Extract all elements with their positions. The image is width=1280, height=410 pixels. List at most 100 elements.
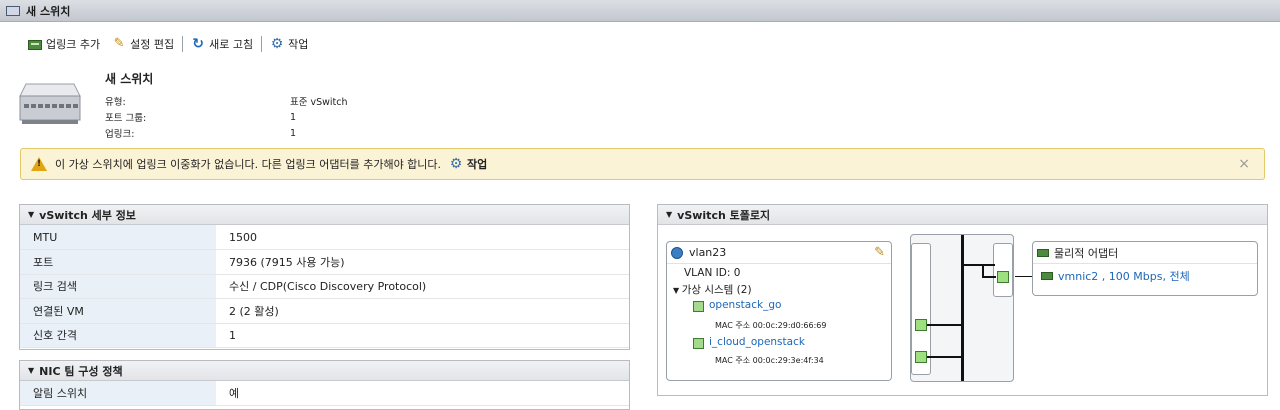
table-row: 신호 간격 1 bbox=[20, 323, 629, 348]
prop-label: 연결된 VM bbox=[20, 298, 216, 324]
table-row: 링크 검색 수신 / CDP(Cisco Discovery Protocol) bbox=[20, 274, 629, 299]
summary-type-row: 유형: 표준 vSwitch bbox=[105, 93, 348, 109]
gear-icon: ⚙ bbox=[270, 36, 284, 52]
toolbar-separator bbox=[261, 36, 263, 52]
portgroup-icon bbox=[671, 246, 683, 259]
prop-value: 1 bbox=[216, 323, 629, 348]
expand-triangle-icon: ▼ bbox=[673, 286, 682, 295]
prop-value: 수신 / CDP(Cisco Discovery Protocol) bbox=[216, 274, 629, 299]
vswitch-details-header[interactable]: ▼ vSwitch 세부 정보 bbox=[20, 205, 629, 225]
prop-label: MTU bbox=[20, 225, 216, 250]
gear-icon: ⚙ bbox=[449, 156, 463, 172]
warning-actions-link[interactable]: ⚙ 작업 bbox=[449, 156, 488, 172]
collapse-triangle-icon: ▼ bbox=[666, 210, 673, 219]
vm-mac: MAC 주소 00:0c:29:3e:4f:34 bbox=[715, 356, 824, 365]
warning-actions-label: 작업 bbox=[467, 158, 488, 171]
refresh-button[interactable]: ↻ 새로 고침 bbox=[185, 36, 259, 52]
type-value: 표준 vSwitch bbox=[290, 97, 348, 108]
uplink-port-column bbox=[993, 243, 1013, 297]
physical-adapter-box: 물리적 어댑터 vmnic2 , 100 Mbps, 전체 bbox=[1032, 241, 1258, 296]
edit-settings-button[interactable]: ✎ 설정 편집 bbox=[106, 36, 180, 52]
uplink-port bbox=[997, 271, 1009, 283]
physical-adapter-header: 물리적 어댑터 bbox=[1033, 242, 1257, 264]
prop-value: 예 bbox=[216, 381, 629, 406]
window-titlebar: 새 스위치 bbox=[0, 0, 1280, 22]
nic-teaming-header[interactable]: ▼ NIC 팀 구성 정책 bbox=[20, 361, 629, 381]
refresh-icon: ↻ bbox=[192, 36, 204, 52]
table-row: 연결된 VM 2 (2 활성) bbox=[20, 298, 629, 324]
portgroup-header: vlan23 ✎ bbox=[667, 242, 891, 264]
uplinks-label: 업링크: bbox=[105, 129, 135, 140]
prop-value: 7936 (7915 사용 가능) bbox=[216, 249, 629, 275]
toolbar-separator bbox=[182, 36, 184, 52]
pencil-icon: ✎ bbox=[113, 36, 125, 51]
pencil-icon[interactable]: ✎ bbox=[874, 245, 885, 260]
warning-banner: 이 가상 스위치에 업링크 이중화가 없습니다. 다른 업링크 어댑터를 추가해… bbox=[20, 148, 1265, 180]
uplinks-value: 1 bbox=[290, 127, 297, 139]
uplink-icon bbox=[28, 40, 42, 50]
switch-bus bbox=[961, 235, 964, 381]
vm-link[interactable]: i_cloud_openstack bbox=[709, 336, 805, 348]
portgroup-box[interactable]: vlan23 ✎ VLAN ID: 0 ▼ 가상 시스템 (2) opensta… bbox=[666, 241, 892, 381]
nic-teaming-table: 알림 스위치 예 bbox=[20, 381, 629, 406]
prop-label: 신호 간격 bbox=[20, 323, 216, 348]
bus-link bbox=[982, 276, 996, 278]
toolbar: 업링크 추가 ✎ 설정 편집 ↻ 새로 고침 ⚙ 작업 bbox=[22, 34, 314, 54]
portgroups-label: 포트 그룹: bbox=[105, 113, 147, 124]
nic-teaming-title: NIC 팀 구성 정책 bbox=[39, 364, 123, 378]
portgroups-value: 1 bbox=[290, 111, 297, 123]
switch-summary: 새 스위치 유형: 표준 vSwitch 포트 그룹: 1 업링크: 1 bbox=[105, 70, 348, 141]
refresh-label: 새로 고침 bbox=[209, 38, 254, 51]
bus-link bbox=[927, 324, 962, 326]
prop-label: 알림 스위치 bbox=[20, 381, 216, 406]
add-uplink-button[interactable]: 업링크 추가 bbox=[22, 36, 106, 52]
prop-value: 1500 bbox=[216, 225, 629, 250]
vswitch-details-panel: ▼ vSwitch 세부 정보 MTU 1500 포트 7936 (7915 사… bbox=[19, 204, 630, 350]
bus-link bbox=[927, 356, 962, 358]
prop-value: 2 (2 활성) bbox=[216, 298, 629, 324]
table-row: MTU 1500 bbox=[20, 225, 629, 250]
edit-settings-label: 설정 편집 bbox=[130, 38, 175, 51]
vswitch-topology-title: vSwitch 토폴로지 bbox=[677, 208, 771, 222]
nic-teaming-panel: ▼ NIC 팀 구성 정책 알림 스위치 예 bbox=[19, 360, 630, 410]
close-icon[interactable]: × bbox=[1238, 156, 1250, 172]
vm-icon bbox=[693, 338, 704, 349]
vlan-id: VLAN ID: 0 bbox=[684, 267, 741, 279]
summary-portgroups-row: 포트 그룹: 1 bbox=[105, 109, 348, 125]
vmnic-link[interactable]: vmnic2 , 100 Mbps, 전체 bbox=[1033, 264, 1257, 288]
vm-group-toggle[interactable]: ▼ 가상 시스템 (2) bbox=[673, 282, 752, 297]
switch-window-icon bbox=[6, 5, 20, 16]
bus-link bbox=[963, 264, 995, 266]
warning-message: 이 가상 스위치에 업링크 이중화가 없습니다. 다른 업링크 어댑터를 추가해… bbox=[55, 158, 442, 171]
type-label: 유형: bbox=[105, 97, 126, 108]
nic-icon bbox=[1037, 248, 1049, 257]
window-title: 새 스위치 bbox=[26, 4, 71, 18]
physical-adapter-title: 물리적 어댑터 bbox=[1054, 246, 1119, 260]
collapse-triangle-icon: ▼ bbox=[28, 366, 35, 375]
vm-icon bbox=[693, 301, 704, 312]
vm-group-label: 가상 시스템 (2) bbox=[681, 284, 752, 296]
prop-label: 포트 bbox=[20, 249, 216, 275]
vm-port bbox=[915, 319, 927, 331]
vswitch-details-title: vSwitch 세부 정보 bbox=[39, 208, 136, 222]
actions-label: 작업 bbox=[288, 38, 309, 51]
prop-label: 링크 검색 bbox=[20, 274, 216, 299]
actions-button[interactable]: ⚙ 작업 bbox=[264, 36, 314, 52]
portgroup-name: vlan23 bbox=[689, 246, 727, 259]
vm-mac: MAC 주소 00:0c:29:d0:66:69 bbox=[715, 321, 827, 330]
vswitch-topology-header[interactable]: ▼ vSwitch 토폴로지 bbox=[658, 205, 1267, 225]
add-uplink-label: 업링크 추가 bbox=[46, 38, 101, 51]
collapse-triangle-icon: ▼ bbox=[28, 210, 35, 219]
switch-device-icon bbox=[19, 83, 81, 124]
vswitch-diagram bbox=[910, 234, 1035, 382]
table-row: 알림 스위치 예 bbox=[20, 381, 629, 406]
vswitch-details-table: MTU 1500 포트 7936 (7915 사용 가능) 링크 검색 수신 /… bbox=[20, 225, 629, 348]
summary-uplinks-row: 업링크: 1 bbox=[105, 125, 348, 141]
table-row: 포트 7936 (7915 사용 가능) bbox=[20, 249, 629, 275]
warning-icon bbox=[31, 157, 47, 171]
vm-port bbox=[915, 351, 927, 363]
switch-name: 새 스위치 bbox=[105, 72, 154, 86]
vm-link[interactable]: openstack_go bbox=[709, 299, 781, 311]
nic-icon bbox=[1041, 272, 1053, 280]
vmnic-label: vmnic2 , 100 Mbps, 전체 bbox=[1058, 270, 1190, 283]
